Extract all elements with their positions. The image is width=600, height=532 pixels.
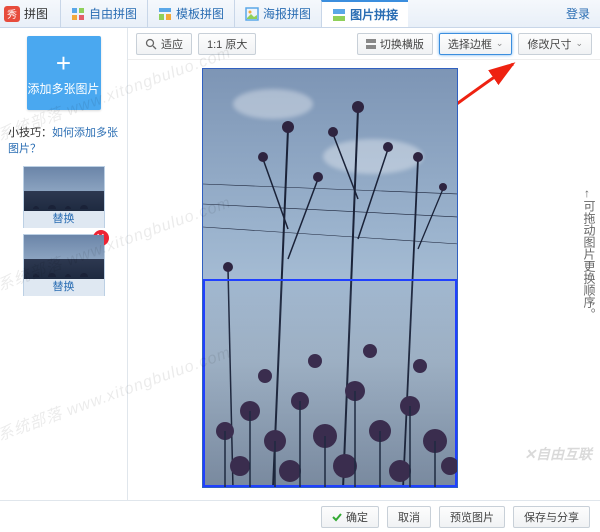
add-images-label: 添加多张图片: [27, 80, 99, 97]
thumbnail-image: [24, 167, 104, 211]
tab-label: 自由拼图: [89, 5, 137, 22]
drag-order-annotation: ←可拖动图片更换顺序。: [578, 188, 596, 320]
tab-free-collage[interactable]: 自由拼图: [60, 0, 147, 27]
tip-text[interactable]: 小技巧：如何添加多张图片？: [8, 124, 119, 156]
chevron-down-icon: ⌄: [575, 38, 583, 49]
tab-template-collage[interactable]: 模板拼图: [147, 0, 234, 27]
thumbnail-1[interactable]: 1 替换: [23, 166, 105, 228]
tab-poster-collage[interactable]: 海报拼图: [234, 0, 321, 27]
fit-icon: [145, 38, 157, 50]
tab-bar: 自由拼图 模板拼图 海报拼图 图片拼接: [60, 0, 556, 27]
poster-collage-icon: [245, 7, 259, 21]
tab-label: 海报拼图: [263, 5, 311, 22]
app-icon: 秀: [4, 6, 20, 22]
template-collage-icon: [158, 7, 172, 21]
tab-label: 模板拼图: [176, 5, 224, 22]
thumbnail-image: [24, 235, 104, 279]
preview-button[interactable]: 预览图片: [439, 506, 505, 528]
thumbnail-replace-button[interactable]: 替换: [24, 211, 104, 228]
sidebar: + 添加多张图片 小技巧：如何添加多张图片？ 1 替换 2 ✕ 替换: [0, 28, 128, 500]
thumbnail-replace-button[interactable]: 替换: [24, 279, 104, 296]
canvas-toolbar: 适应 1:1 原大 切换横版 选择边框 ⌄ 修改尺寸 ⌄: [128, 28, 600, 60]
add-images-button[interactable]: + 添加多张图片: [27, 36, 101, 110]
switch-icon: [366, 39, 376, 49]
check-icon: [332, 512, 342, 522]
watermark-logo: ✕自由互联: [524, 444, 592, 464]
free-collage-icon: [71, 7, 85, 21]
tab-image-stitch[interactable]: 图片拼接: [321, 0, 408, 27]
select-border-button[interactable]: 选择边框 ⌄: [439, 33, 513, 55]
save-share-button[interactable]: 保存与分享: [513, 506, 590, 528]
cancel-button[interactable]: 取消: [387, 506, 431, 528]
canvas-area: 适应 1:1 原大 切换横版 选择边框 ⌄ 修改尺寸 ⌄: [128, 28, 600, 500]
footer-bar: 确定 取消 预览图片 保存与分享: [0, 500, 600, 532]
stitched-canvas[interactable]: [202, 68, 458, 488]
zoom-actual-button[interactable]: 1:1 原大: [198, 33, 256, 55]
fit-button[interactable]: 适应: [136, 33, 192, 55]
switch-template-button[interactable]: 切换横版: [357, 33, 433, 55]
resize-button[interactable]: 修改尺寸 ⌄: [518, 33, 592, 55]
bottom-image-region[interactable]: [203, 279, 457, 487]
plus-icon: +: [56, 50, 71, 76]
thumbnail-2[interactable]: 2 ✕ 替换: [23, 234, 105, 296]
ok-button[interactable]: 确定: [321, 506, 379, 528]
tab-label: 图片拼接: [350, 6, 398, 23]
login-link[interactable]: 登录: [556, 5, 600, 22]
app-title: 拼图: [24, 5, 48, 22]
chevron-down-icon: ⌄: [496, 38, 504, 49]
image-stitch-icon: [332, 8, 346, 22]
